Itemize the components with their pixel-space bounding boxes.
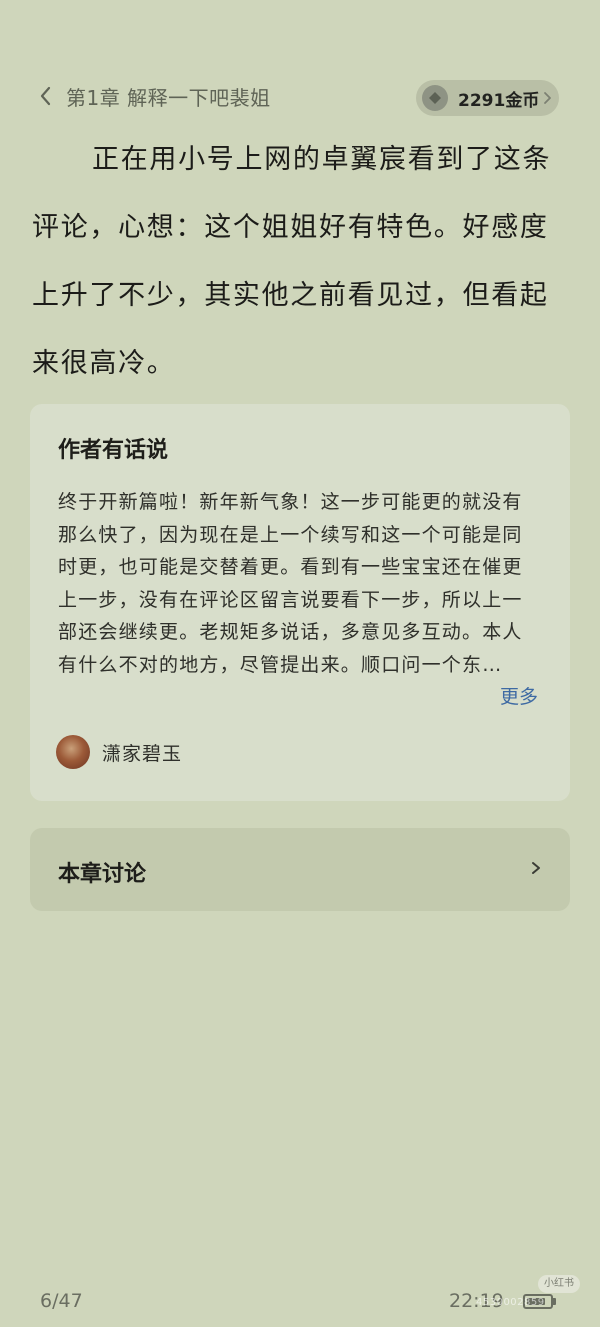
coin-balance: 2291金币 xyxy=(458,90,540,111)
avatar[interactable] xyxy=(56,735,90,769)
coin-balance-button[interactable]: 2291金币 xyxy=(416,80,559,116)
author-name[interactable]: 潇家碧玉 xyxy=(102,739,182,766)
chevron-right-icon xyxy=(543,91,552,105)
reader-top-bar: 第1章 解释一下吧裴姐 2291金币 xyxy=(0,74,600,122)
watermark-id: 4530002859 xyxy=(476,1297,545,1308)
chapter-discussion-button[interactable]: 本章讨论 xyxy=(30,828,570,911)
author-note-card: 作者有话说 终于开新篇啦！新年新气象！这一步可能更的就没有那么快了，因为现在是上… xyxy=(30,404,570,801)
chapter-title: 第1章 解释一下吧裴姐 xyxy=(66,86,271,110)
battery-tip xyxy=(553,1298,556,1305)
chevron-right-icon xyxy=(530,858,542,882)
back-button[interactable] xyxy=(28,80,64,116)
page-indicator: 6/47 xyxy=(40,1290,83,1312)
watermark-badge: 小红书 xyxy=(538,1275,580,1293)
author-note-text: 终于开新篇啦！新年新气象！这一步可能更的就没有那么快了，因为现在是上一个续写和这… xyxy=(58,491,523,676)
chevron-left-icon xyxy=(38,85,54,111)
author-note-title: 作者有话说 xyxy=(58,438,169,463)
chapter-body-text: 正在用小号上网的卓翼宸看到了这条评论，心想：这个姐姐好有特色。好感度上升了不少，… xyxy=(32,144,552,379)
coin-icon xyxy=(422,85,448,111)
more-link[interactable]: 更多 xyxy=(500,681,538,714)
chapter-discussion-label: 本章讨论 xyxy=(58,862,147,887)
author-info: 潇家碧玉 xyxy=(56,734,182,770)
